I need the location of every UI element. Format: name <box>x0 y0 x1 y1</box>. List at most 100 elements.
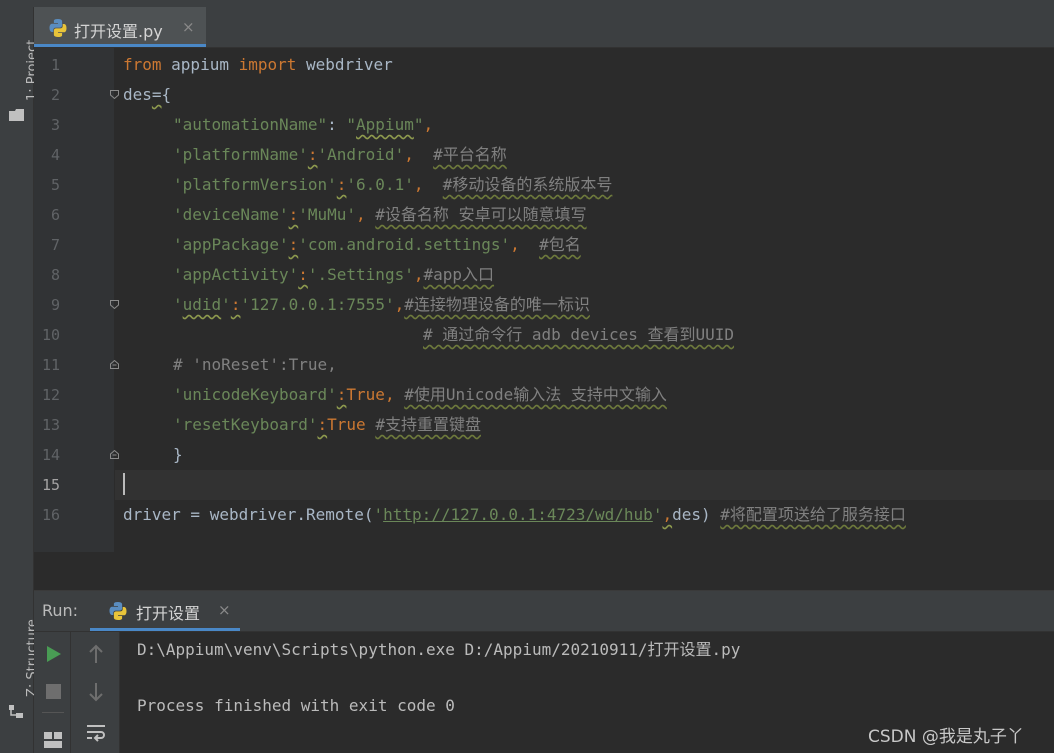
code-text: webdriver <box>296 55 393 74</box>
comment: # 'noReset':True, <box>173 355 337 374</box>
code-line-9: 'udid':'127.0.0.1:7555',#连接物理设备的唯一标识 <box>173 290 590 320</box>
comment: #app入口 <box>423 265 495 284</box>
fold-close-icon[interactable] <box>110 450 119 459</box>
comma: , <box>413 175 443 194</box>
code-line-14: } <box>173 440 183 470</box>
code-line-16: driver = webdriver.Remote('http://127.0.… <box>123 500 906 530</box>
comment: #支持重置键盘 <box>375 415 481 434</box>
fold-close-icon[interactable] <box>110 360 119 369</box>
string: 'platformVersion' <box>173 175 337 194</box>
run-icon[interactable] <box>46 645 62 663</box>
line-number: 5 <box>50 176 60 194</box>
string: udid <box>182 295 222 314</box>
string: ' <box>173 295 183 314</box>
comma: , <box>662 505 673 524</box>
string: Appium <box>356 115 414 134</box>
run-label: Run: <box>42 601 79 620</box>
keyword: import <box>238 55 297 74</box>
code-line-7: 'appPackage':'com.android.settings', #包名 <box>173 230 581 260</box>
line-number: 9 <box>50 296 60 314</box>
string: ' <box>652 505 663 524</box>
string: 'deviceName' <box>173 205 289 224</box>
colon: : <box>288 205 299 224</box>
python-file-icon <box>49 19 67 37</box>
structure-icon <box>9 705 23 718</box>
close-icon[interactable]: × <box>218 601 231 619</box>
string: 'appActivity' <box>173 265 299 284</box>
comment: #移动设备的系统版本号 <box>442 175 613 194</box>
code-text: des <box>123 85 152 104</box>
string: "automationName" <box>173 115 328 134</box>
line-number: 6 <box>50 206 60 224</box>
comma: , <box>404 145 434 164</box>
url-link[interactable]: http://127.0.0.1:4723/wd/hub <box>383 505 653 524</box>
string: ' <box>221 295 231 314</box>
console-command-line: D:\Appium\venv\Scripts\python.exe D:/App… <box>137 640 741 659</box>
code-text: appium <box>161 55 239 74</box>
string: '6.0.1' <box>346 175 414 194</box>
comma: , <box>356 205 376 224</box>
colon: : <box>298 265 308 284</box>
comma: , <box>394 295 405 314</box>
colon: : <box>336 385 347 404</box>
code-text: driver = webdriver.Remote( <box>123 505 374 524</box>
string: 'appPackage' <box>173 235 289 254</box>
code-line-3: "automationName": "Appium", <box>173 110 433 140</box>
stop-icon[interactable] <box>46 684 61 699</box>
run-tool-header: Run: 打开设置 × <box>34 591 1054 632</box>
project-tool-tab[interactable]: 1: Project <box>0 15 40 121</box>
colon: : <box>336 175 347 194</box>
arrow-up-icon[interactable] <box>88 644 104 664</box>
comment: #将配置项送给了服务接口 <box>720 505 906 524</box>
code-line-10: # 通过命令行 adb devices 查看到UUID <box>423 320 734 350</box>
run-tab[interactable]: 打开设置 × <box>90 591 240 631</box>
comma: , <box>510 235 540 254</box>
close-icon[interactable]: × <box>182 18 195 36</box>
string: " <box>346 115 357 134</box>
current-line-highlight <box>115 470 1054 500</box>
keyword: True <box>327 415 366 434</box>
editor-tab-bar: 打开设置.py × <box>34 7 1054 48</box>
line-number: 13 <box>41 416 60 434</box>
code-line-5: 'platformVersion':'6.0.1', #移动设备的系统版本号 <box>173 170 612 200</box>
fold-open-icon[interactable] <box>110 300 119 309</box>
colon: : <box>317 415 328 434</box>
code-text: : <box>327 115 347 134</box>
editor-tab-title: 打开设置.py <box>74 22 163 41</box>
code-line-4: 'platformName':'Android', #平台名称 <box>173 140 507 170</box>
arrow-down-icon[interactable] <box>88 682 104 702</box>
string: '.Settings' <box>307 265 414 284</box>
code-line-11: # 'noReset':True, <box>173 350 337 380</box>
line-number: 8 <box>50 266 60 284</box>
run-toolbar-primary <box>34 632 71 753</box>
run-toolbar-secondary <box>71 632 120 753</box>
line-number: 10 <box>41 326 60 344</box>
colon: : <box>230 295 241 314</box>
left-tool-sidebar: 1: Project Z: Structure <box>0 7 40 753</box>
line-number: 1 <box>50 56 60 74</box>
code-line-8: 'appActivity':'.Settings',#app入口 <box>173 260 494 290</box>
code-line-12: 'unicodeKeyboard':True, #使用Unicode输入法 支持… <box>173 380 667 410</box>
line-number: 11 <box>41 356 60 374</box>
comment: # 通过命令行 adb devices 查看到UUID <box>423 325 735 344</box>
comment: #平台名称 <box>433 145 507 164</box>
editor-tab-active[interactable]: 打开设置.py × <box>34 7 206 47</box>
fold-open-icon[interactable] <box>110 90 119 99</box>
line-number-current: 15 <box>41 476 60 494</box>
code-text: des) <box>672 505 721 524</box>
structure-tool-tab[interactable]: Z: Structure <box>0 599 40 719</box>
code-text: } <box>173 445 183 464</box>
folder-icon <box>9 109 24 121</box>
line-number: 2 <box>50 86 60 104</box>
string: 'com.android.settings' <box>298 235 511 254</box>
soft-wrap-icon[interactable] <box>86 724 106 742</box>
code-line-2: des={ <box>123 80 171 110</box>
line-number: 14 <box>41 446 60 464</box>
line-number: 12 <box>41 386 60 404</box>
watermark: CSDN @我是丸子丫 <box>868 727 1024 747</box>
layout-icon[interactable] <box>44 732 62 748</box>
comma: , <box>384 385 405 404</box>
string: ' <box>373 505 384 524</box>
comment: #包名 <box>539 235 581 254</box>
